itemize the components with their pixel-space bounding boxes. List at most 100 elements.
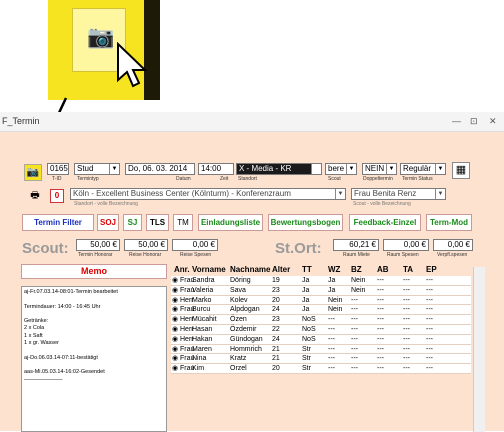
cell-bz: --- — [351, 306, 358, 314]
cell-ta: --- — [403, 316, 410, 324]
grid-button[interactable]: ▦ — [452, 162, 470, 179]
header-anrede[interactable]: Anr. — [174, 265, 190, 274]
row-selector-icon[interactable]: ◉ — [172, 305, 178, 313]
header-wz[interactable]: WZ — [328, 265, 340, 274]
cell-alter: 23 — [272, 316, 280, 324]
cell-wz: --- — [328, 365, 335, 373]
dropdown-arrow-icon[interactable]: ▼ — [386, 164, 396, 174]
header-alter[interactable]: Alter — [272, 265, 290, 274]
termin-honorar-field[interactable]: 50,00 € — [76, 239, 120, 251]
table-row[interactable]: ◉ Frau Valeria Sava 23 Ja Ja Nein --- --- --- — [171, 285, 471, 296]
cell-tt: Ja — [302, 277, 310, 284]
header-bz[interactable]: BZ — [351, 265, 362, 274]
datum-field[interactable]: Do, 06. 03. 2014 — [125, 163, 195, 175]
raum-miete-label: Raum Miete — [343, 252, 370, 258]
raum-spesen-field[interactable]: 0,00 € — [383, 239, 429, 251]
reise-spesen-field[interactable]: 0,00 € — [172, 239, 218, 251]
scout-label: Scout — [328, 176, 341, 182]
print-button[interactable]: 🖶 — [28, 189, 42, 202]
cell-alter: 23 — [272, 286, 280, 294]
dropdown-arrow-icon[interactable]: ▼ — [435, 189, 445, 199]
table-row[interactable]: ◉ Herr Mücahit Özen 23 NoS --- --- --- --- --- — [171, 315, 471, 325]
row-selector-icon[interactable]: ◉ — [172, 354, 178, 362]
termintyp-select[interactable]: Stud ▼ — [74, 163, 120, 175]
sj-button[interactable]: SJ — [123, 214, 142, 231]
minimize-button[interactable]: — — [452, 116, 461, 126]
dropdown-arrow-icon[interactable]: ▼ — [109, 164, 119, 174]
cell-ep: --- — [426, 355, 433, 363]
reise-honorar-field[interactable]: 50,00 € — [124, 239, 168, 251]
row-selector-icon[interactable]: ◉ — [172, 286, 178, 294]
termintyp-value: Stud — [77, 164, 94, 173]
scout-cost-label: Scout: — [22, 240, 69, 257]
table-row[interactable]: ◉ Frau Burcu Alpdogan 24 Ja Nein --- --- --- --- — [171, 305, 471, 316]
tm-button[interactable]: TM — [173, 214, 193, 231]
raum-miete-field[interactable]: 60,21 € — [333, 239, 379, 251]
cell-wz: --- — [328, 345, 335, 353]
header-vorname[interactable]: Vorname — [192, 265, 226, 274]
scout-value: bere — [328, 164, 345, 173]
table-row[interactable]: ◉ Herr Marko Kolev 20 Ja Nein --- --- --- --- — [171, 295, 471, 306]
table-row[interactable]: ◉ Frau Nina Kratz 21 Str --- --- --- --- --- — [171, 354, 471, 365]
cell-alter: 24 — [272, 335, 280, 343]
header-ta[interactable]: TA — [403, 265, 413, 274]
status-select[interactable]: Regulär ▼ — [400, 163, 446, 175]
cell-alter: 24 — [272, 306, 280, 314]
table-scrollbar[interactable] — [473, 267, 485, 432]
header-ab[interactable]: AB — [377, 265, 389, 274]
cell-ab: --- — [377, 355, 384, 363]
einladungsliste-button[interactable]: Einladungsliste — [198, 214, 263, 231]
cell-nachname: Özen — [230, 316, 247, 324]
cell-tt: NoS — [302, 335, 316, 343]
row-selector-icon[interactable]: ◉ — [172, 325, 178, 333]
standort-cost-label: St.Ort: — [275, 240, 322, 257]
camera-folder-icon: 📷 — [87, 24, 115, 49]
camera-button[interactable]: 📷 — [24, 164, 42, 181]
header-nachname[interactable]: Nachname — [230, 265, 270, 274]
row-selector-icon[interactable]: ◉ — [172, 296, 178, 304]
verpflegung-spesen-field[interactable]: 0,00 € — [433, 239, 473, 251]
table-row[interactable]: ◉ Frau Maren Hommrich 21 Str --- --- --- --- --- — [171, 344, 471, 355]
header-tt[interactable]: TT — [302, 265, 312, 274]
dropdown-arrow-icon[interactable]: ▼ — [335, 189, 345, 199]
dropdown-arrow-icon[interactable]: ▼ — [346, 164, 356, 174]
scout-select[interactable]: bere ▼ — [325, 163, 357, 175]
doppeltermin-select[interactable]: NEIN ▼ — [362, 163, 397, 175]
standort-select[interactable]: X - Media - KR ▼ — [236, 163, 322, 175]
row-selector-icon[interactable]: ◉ — [172, 364, 178, 372]
cell-vorname: Mücahit — [192, 316, 217, 324]
header-ep[interactable]: EP — [426, 265, 437, 274]
tls-button[interactable]: TLS — [146, 214, 169, 231]
row-selector-icon[interactable]: ◉ — [172, 315, 178, 323]
zeit-field[interactable]: 14:00 — [198, 163, 234, 175]
table-row[interactable]: ◉ Frau Kim Orzel 20 Str --- --- --- --- --- — [171, 364, 471, 374]
cell-bz: --- — [351, 296, 358, 304]
close-button[interactable]: ✕ — [489, 116, 497, 127]
row-selector-icon[interactable]: ◉ — [172, 335, 178, 343]
dropdown-arrow-icon[interactable]: ▼ — [435, 164, 445, 174]
row-selector-icon[interactable]: ◉ — [172, 345, 178, 353]
feedback-einzel-button[interactable]: Feedback-Einzel — [349, 214, 421, 231]
term-mod-button[interactable]: Term-Mod — [426, 214, 472, 231]
scout-full-select[interactable]: Frau Benita Renz ▼ — [351, 188, 446, 200]
table-row[interactable]: ◉ Herr Hakan Gündogan 24 NoS --- --- --- --- --- — [171, 334, 471, 345]
title-bar: F_Termin — ⊡ ✕ — [0, 112, 504, 132]
cell-ta: --- — [403, 296, 410, 304]
cell-ep: --- — [426, 325, 433, 333]
cell-wz: --- — [328, 325, 335, 333]
zero-button[interactable]: 0 — [50, 189, 64, 203]
cell-alter: 20 — [272, 296, 280, 304]
cell-bz: Nein — [351, 286, 366, 294]
table-row[interactable]: ◉ Frau Sandra Döring 19 Ja Ja Nein --- --- --- — [171, 276, 471, 286]
table-row[interactable]: ◉ Herr Hasan Özdemir 22 NoS --- --- --- --- --- — [171, 324, 471, 335]
memo-textarea[interactable]: aj-Fr.07.03.14-08:01-Termin bearbeitet T… — [21, 286, 167, 432]
soj-button[interactable]: SOJ — [97, 214, 119, 231]
cell-wz: --- — [328, 355, 335, 363]
termin-filter-button[interactable]: Termin Filter — [22, 214, 94, 231]
bewertungsbogen-button[interactable]: Bewertungsbogen — [268, 214, 343, 231]
row-selector-icon[interactable]: ◉ — [172, 276, 178, 284]
location-full-select[interactable]: Köln - Excellent Business Center (Kölntu… — [70, 188, 346, 200]
tid-field[interactable]: 0165 — [47, 163, 69, 175]
restore-button[interactable]: ⊡ — [470, 116, 478, 127]
dropdown-arrow-icon[interactable]: ▼ — [311, 164, 321, 174]
